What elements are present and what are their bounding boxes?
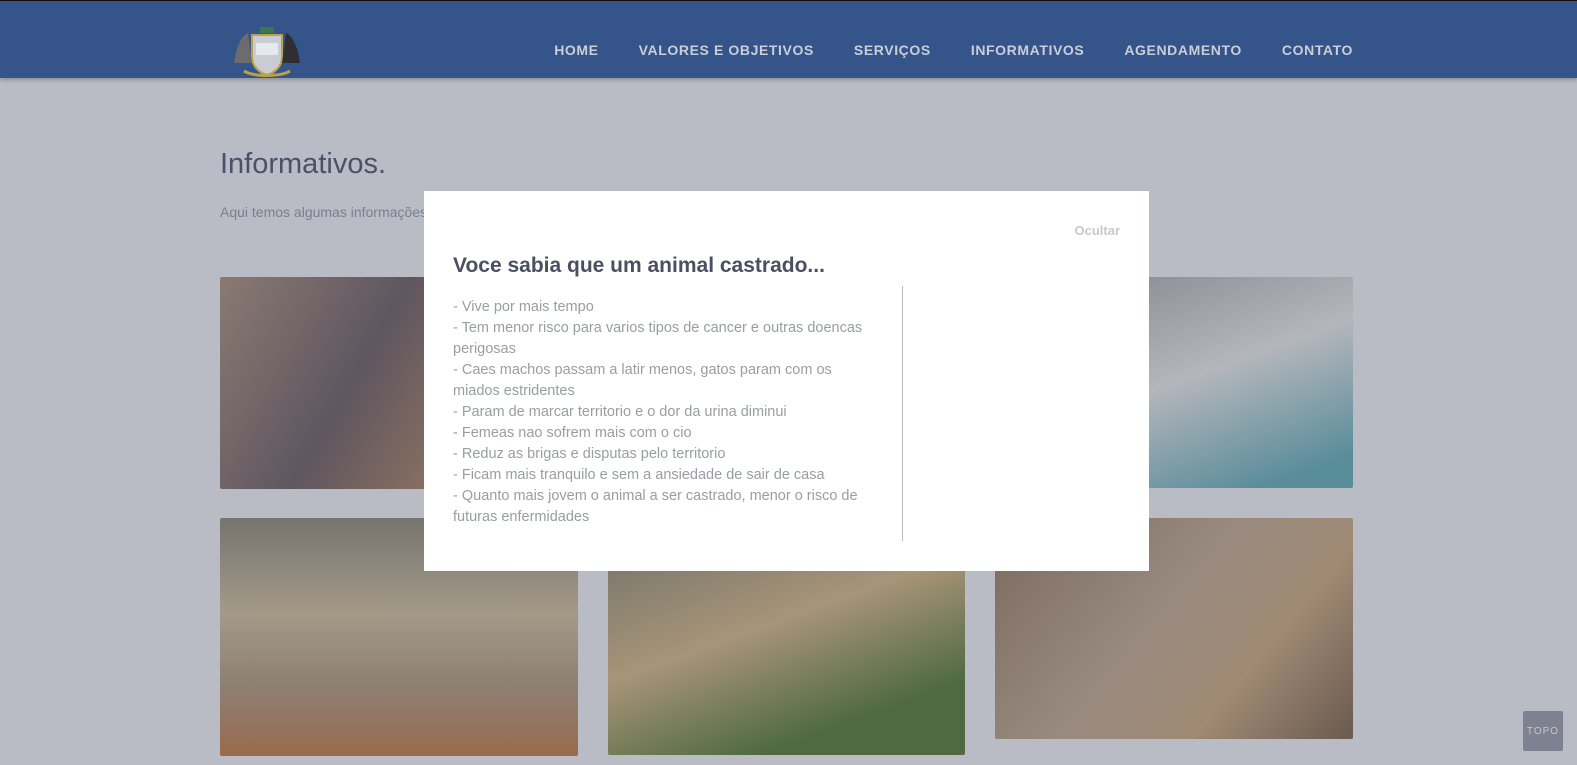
nav-servicos[interactable]: SERVIÇOS bbox=[854, 42, 931, 58]
modal-title: Voce sabia que um animal castrado... bbox=[453, 254, 825, 277]
back-to-top-button[interactable]: TOPO bbox=[1523, 711, 1563, 751]
info-modal: Ocultar Voce sabia que um animal castrad… bbox=[424, 191, 1149, 571]
nav-home[interactable]: HOME bbox=[554, 42, 598, 58]
list-item: - Vive por mais tempo bbox=[453, 299, 594, 315]
modal-divider bbox=[902, 286, 903, 541]
list-item: - Param de marcar territorio e o dor da … bbox=[453, 404, 787, 420]
nav-contato[interactable]: CONTATO bbox=[1282, 42, 1353, 58]
list-item: - Femeas nao sofrem mais com o cio bbox=[453, 425, 692, 441]
benefits-list: - Vive por mais tempo - Tem menor risco … bbox=[453, 297, 873, 528]
list-item: - Caes machos passam a latir menos, gato… bbox=[453, 362, 832, 399]
nav-informativos[interactable]: INFORMATIVOS bbox=[971, 42, 1085, 58]
site-header: HOME VALORES E OBJETIVOS SERVIÇOS INFORM… bbox=[0, 0, 1577, 78]
page-title: Informativos. bbox=[220, 148, 386, 180]
page-subtitle: Aqui temos algumas informações bbox=[220, 204, 427, 220]
list-item: - Tem menor risco para varios tipos de c… bbox=[453, 320, 863, 357]
nav-valores[interactable]: VALORES E OBJETIVOS bbox=[639, 42, 814, 58]
logo[interactable] bbox=[228, 23, 306, 79]
main-nav: HOME VALORES E OBJETIVOS SERVIÇOS INFORM… bbox=[554, 42, 1353, 58]
hide-modal-button[interactable]: Ocultar bbox=[1074, 223, 1120, 238]
list-item: - Reduz as brigas e disputas pelo territ… bbox=[453, 446, 726, 462]
nav-agendamento[interactable]: AGENDAMENTO bbox=[1124, 42, 1242, 58]
list-item: - Quanto mais jovem o animal a ser castr… bbox=[453, 488, 858, 525]
list-item: - Ficam mais tranquilo e sem a ansiedade… bbox=[453, 467, 825, 483]
